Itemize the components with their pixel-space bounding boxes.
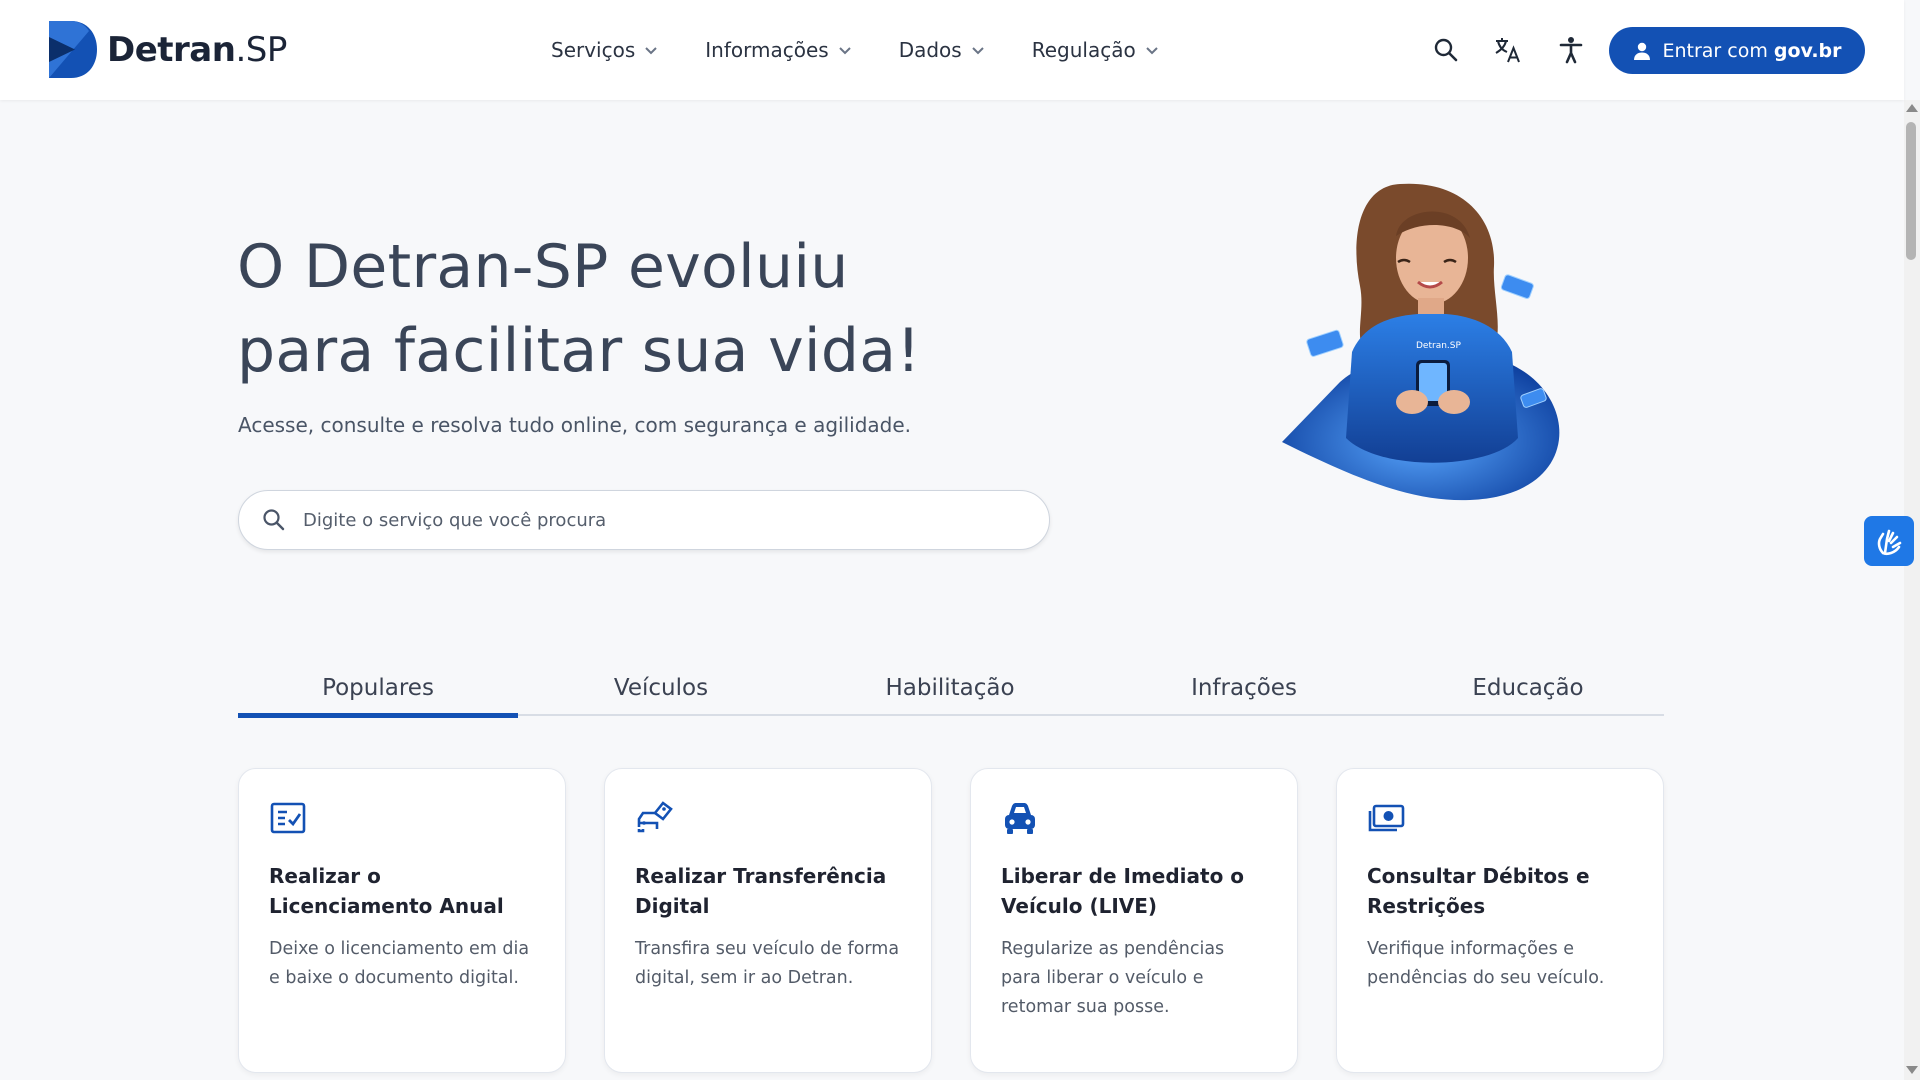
tab-veiculos[interactable]: Veículos [518,660,804,716]
tab-infracoes[interactable]: Infrações [1096,660,1392,716]
user-icon [1634,42,1651,60]
hero-subtitle: Acesse, consulte e resolva tudo online, … [238,413,912,437]
nav-servicos[interactable]: Serviços [551,32,659,68]
vlibras-sign-language-icon[interactable] [1864,516,1914,566]
scroll-down-arrow-icon[interactable] [1906,1066,1918,1074]
translate-icon[interactable] [1492,34,1524,66]
car-icon [1005,803,1035,834]
card-description: Verifique informações e pendências do se… [1367,939,1605,988]
nav-regulacao-label: Regulação [1031,38,1136,62]
nav-informacoes[interactable]: Informações [705,32,852,68]
detran-logo-mark-icon [49,21,97,78]
service-card-live[interactable]: Liberar de Imediato o Veículo (LIVE) Reg… [970,768,1298,1073]
service-card-debitos[interactable]: Consultar Débitos e Restrições Verifique… [1336,768,1664,1073]
login-govbr-button[interactable]: Entrar com gov.br [1609,27,1865,74]
card-description: Transfira seu veículo de forma digital, … [635,939,900,988]
tab-populares[interactable]: Populares [238,660,518,718]
nav-dados-label: Dados [898,38,962,62]
card-title: Realizar o Licenciamento Anual [269,864,504,918]
chevron-down-icon [838,47,851,55]
hero-woman-phone-illustration: Detran.SP [1282,183,1560,501]
scroll-up-arrow-icon[interactable] [1906,104,1918,112]
nav-regulacao[interactable]: Regulação [1032,32,1160,68]
nav-informacoes-label: Informações [705,38,829,62]
car-transfer-icon [637,801,673,833]
hero-title-line-1: O Detran-SP evoluiu [237,232,849,302]
service-card-licenciamento[interactable]: Realizar o Licenciamento Anual Deixe o l… [238,768,566,1073]
hero-title: O Detran-SP evoluiu para facilitar sua v… [237,225,921,393]
search-icon [263,509,285,531]
tab-habilitacao[interactable]: Habilitação [804,660,1096,716]
nav-servicos-label: Serviços [551,38,636,62]
service-search-box[interactable] [238,490,1050,550]
checklist-icon [270,802,306,834]
service-card-transferencia[interactable]: Realizar Transferência Digital Transfira… [604,768,932,1073]
card-description: Regularize as pendências para liberar o … [1001,939,1225,1017]
site-header: Detran.SP Serviços Informações Dados Reg… [0,0,1904,100]
card-description: Deixe o licenciamento em dia e baixe o d… [269,939,530,988]
nav-dados[interactable]: Dados [899,32,986,68]
tab-educacao[interactable]: Educação [1392,660,1664,716]
card-title: Liberar de Imediato o Veículo (LIVE) [1001,864,1245,918]
card-title: Realizar Transferência Digital [635,864,887,918]
service-search-input[interactable] [303,509,1003,531]
detran-sp-logo[interactable]: Detran.SP [49,21,287,78]
money-icon [1368,804,1405,832]
accessibility-icon[interactable] [1555,34,1587,66]
main-nav: Serviços Informações Dados Regulação [551,32,1206,68]
chevron-down-icon [645,47,657,55]
shirt-logo-text: Detran.SP [1416,341,1461,351]
service-category-tabs: Populares Veículos Habilitação Infrações… [238,660,1664,718]
login-label: Entrar com [1662,39,1768,62]
search-icon[interactable] [1430,34,1462,66]
hero-title-line-2: para facilitar sua vida! [237,316,921,386]
scrollbar-thumb[interactable] [1906,122,1916,260]
chevron-down-icon [1145,47,1158,55]
logo-wordmark: Detran.SP [107,29,287,70]
chevron-down-icon [972,47,984,55]
login-label-govbr: gov.br [1773,39,1842,62]
card-title: Consultar Débitos e Restrições [1367,864,1590,918]
